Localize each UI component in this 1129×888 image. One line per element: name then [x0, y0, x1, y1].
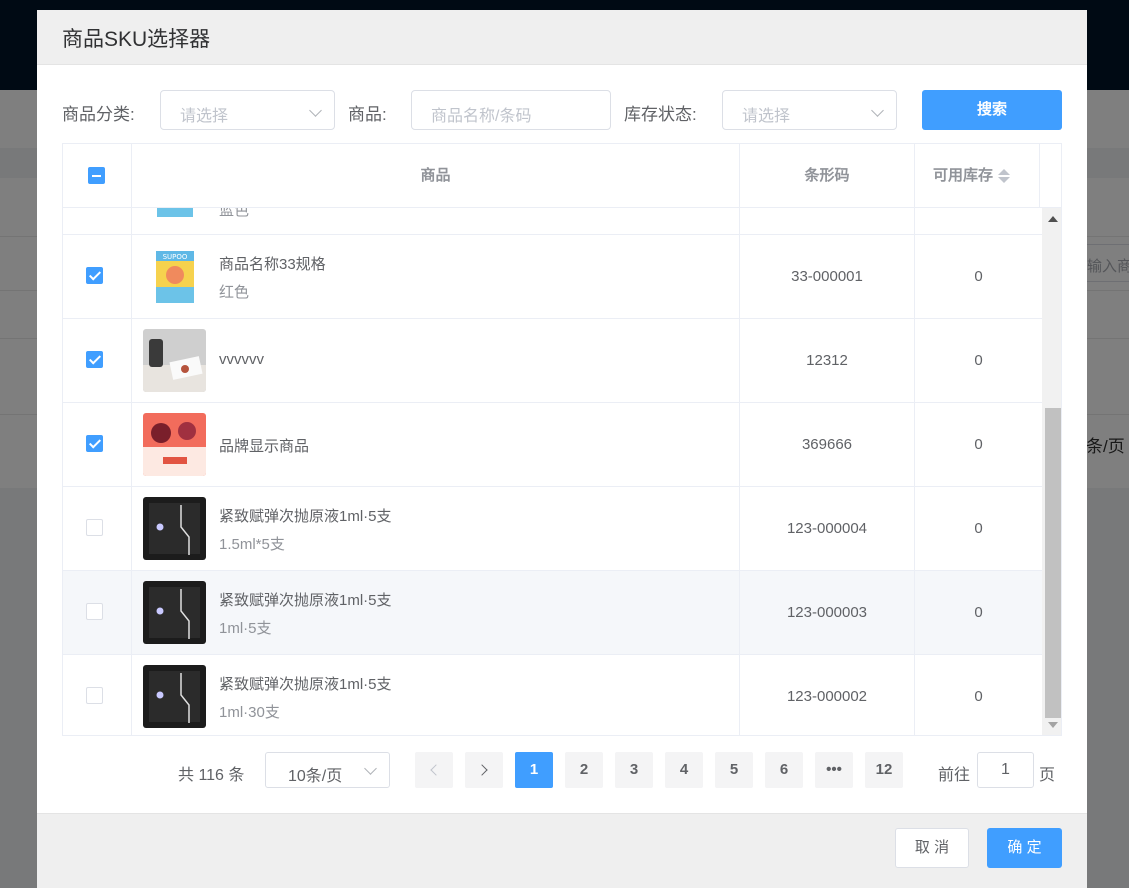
product-name: 紧致赋弹次抛原液1ml·5支 — [219, 508, 392, 525]
row-checkbox[interactable] — [86, 267, 103, 284]
total-count: 共 116 条 — [178, 767, 245, 784]
prev-page-button[interactable] — [415, 752, 453, 788]
product-name: vvvvvv — [219, 351, 264, 368]
page-3-button[interactable]: 3 — [615, 752, 653, 788]
table-scrollbar[interactable] — [1042, 208, 1061, 735]
page-4-button[interactable]: 4 — [665, 752, 703, 788]
table-row[interactable]: vvvvvv 12312 0 — [63, 319, 1042, 403]
black-box-image — [143, 581, 206, 644]
scroll-up-icon[interactable] — [1048, 216, 1058, 222]
page-1-button[interactable]: 1 — [515, 752, 553, 788]
table-row[interactable]: 紧致赋弹次抛原液1ml·5支 1ml·30支 123-000002 0 — [63, 655, 1042, 735]
table-row[interactable]: SUPOO 商品名称33规格 红色 33-000001 0 — [63, 235, 1042, 319]
category-select[interactable]: 请选择 — [160, 90, 335, 130]
dialog-title: 商品SKU选择器 — [62, 28, 211, 51]
barcode-value: 12312 — [806, 352, 848, 369]
page-6-button[interactable]: 6 — [765, 752, 803, 788]
black-box-image — [143, 665, 206, 728]
stock-status-select[interactable]: 请选择 — [722, 90, 897, 130]
page-5-button[interactable]: 5 — [715, 752, 753, 788]
kitchen-photo-image — [143, 329, 206, 392]
stock-value: 0 — [974, 520, 983, 537]
product-name: 紧致赋弹次抛原液1ml·5支 — [219, 592, 392, 609]
next-page-button[interactable] — [465, 752, 503, 788]
stock-status-label: 库存状态: — [624, 105, 697, 124]
table-header: 商品 条形码 可用库存 — [63, 144, 1061, 208]
black-box-image — [143, 497, 206, 560]
dialog-footer: 取 消 确 定 — [37, 813, 1087, 888]
scrollbar-thumb[interactable] — [1045, 408, 1061, 718]
barcode-value: 123-000003 — [786, 604, 868, 621]
product-thumbnail — [143, 208, 206, 226]
header-stock[interactable]: 可用库存 — [915, 144, 1040, 208]
row-checkbox[interactable] — [86, 519, 103, 536]
toy-box-image: SUPOO — [143, 245, 206, 308]
stock-value: 0 — [974, 436, 983, 453]
chevron-down-icon — [309, 104, 322, 117]
row-checkbox[interactable] — [86, 351, 103, 368]
chevron-down-icon — [364, 762, 377, 775]
chevron-right-icon — [476, 764, 488, 776]
stock-status-placeholder: 请选择 — [742, 108, 791, 125]
stock-value: 0 — [974, 352, 983, 369]
product-label: 商品: — [348, 105, 387, 124]
product-spec: 1.5ml*5支 — [219, 536, 285, 553]
barcode-value: 33-000001 — [791, 268, 863, 285]
product-search-input[interactable]: 商品名称/条码 — [411, 90, 611, 130]
header-product: 商品 — [132, 144, 740, 208]
page-size-select[interactable]: 10条/页 — [265, 752, 390, 788]
stock-value: 0 — [974, 604, 983, 621]
sku-selector-dialog: 商品SKU选择器 商品分类: 请选择 商品: 商品名称/条码 库存状态: 请选择… — [37, 10, 1087, 888]
row-checkbox[interactable] — [86, 687, 103, 704]
stock-value: 0 — [974, 688, 983, 705]
row-checkbox[interactable] — [86, 435, 103, 452]
goto-page-input[interactable]: 1 — [977, 752, 1034, 788]
barcode-value: 123-000004 — [786, 520, 868, 537]
table-row[interactable]: 紧致赋弹次抛原液1ml·5支 1.5ml*5支 123-000004 0 — [63, 487, 1042, 571]
sku-table: 商品 条形码 可用库存 蓝色 SUPOO 商品名称33规格 红色 33-0000… — [62, 143, 1062, 736]
chevron-left-icon — [430, 764, 442, 776]
barcode-value: 123-000002 — [786, 688, 868, 705]
product-spec: 蓝色 — [219, 208, 250, 219]
barcode-value: 369666 — [801, 436, 853, 453]
drink-poster-image — [143, 413, 206, 476]
header-barcode: 条形码 — [740, 144, 915, 208]
chevron-down-icon — [871, 104, 884, 117]
header-select-all-cell — [63, 144, 132, 208]
page-2-button[interactable]: 2 — [565, 752, 603, 788]
category-label: 商品分类: — [62, 105, 135, 124]
table-row[interactable]: 紧致赋弹次抛原液1ml·5支 1ml·5支 123-000003 0 — [63, 571, 1042, 655]
stock-value: 0 — [974, 268, 983, 285]
dialog-header: 商品SKU选择器 — [37, 10, 1087, 65]
page-size-value: 10条/页 — [288, 768, 343, 785]
table-row[interactable]: 品牌显示商品 369666 0 — [63, 403, 1042, 487]
category-placeholder: 请选择 — [180, 108, 229, 125]
select-all-checkbox[interactable] — [88, 167, 105, 184]
more-pages-button[interactable]: ••• — [815, 752, 853, 788]
filter-bar: 商品分类: 请选择 商品: 商品名称/条码 库存状态: 请选择 搜索 — [37, 90, 1087, 130]
pagination: 共 116 条 10条/页 1 2 3 4 5 6 ••• 12 前往 1 页 — [37, 752, 1087, 788]
product-spec: 红色 — [219, 284, 250, 301]
product-name: 紧致赋弹次抛原液1ml·5支 — [219, 676, 392, 693]
sort-icon[interactable] — [998, 169, 1010, 183]
search-button[interactable]: 搜索 — [922, 90, 1062, 130]
product-spec: 1ml·30支 — [219, 704, 280, 721]
page-12-button[interactable]: 12 — [865, 752, 903, 788]
header-stock-label: 可用库存 — [933, 167, 994, 184]
scroll-down-icon[interactable] — [1048, 722, 1058, 728]
table-body: 蓝色 SUPOO 商品名称33规格 红色 33-000001 0 vvvvvv … — [63, 208, 1042, 735]
product-name: 品牌显示商品 — [219, 438, 310, 455]
product-placeholder: 商品名称/条码 — [431, 108, 532, 125]
row-checkbox[interactable] — [86, 603, 103, 620]
goto-label: 前往 — [938, 767, 971, 784]
table-row[interactable]: 蓝色 — [63, 208, 1042, 235]
product-name: 商品名称33规格 — [219, 256, 326, 273]
goto-unit: 页 — [1039, 767, 1056, 784]
cancel-button[interactable]: 取 消 — [895, 828, 969, 868]
confirm-button[interactable]: 确 定 — [987, 828, 1062, 868]
svg-text:SUPOO: SUPOO — [163, 253, 188, 261]
product-spec: 1ml·5支 — [219, 620, 272, 637]
